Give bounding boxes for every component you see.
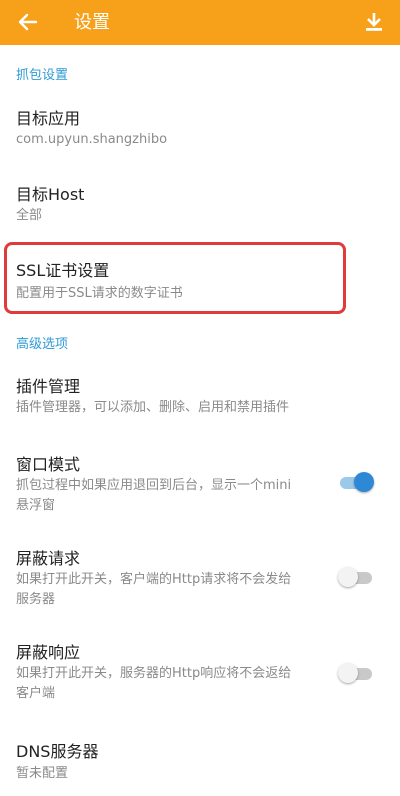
- item-subtitle: 配置用于SSL请求的数字证书: [16, 286, 183, 301]
- item-subtitle-line2: 悬浮窗: [16, 498, 56, 513]
- settings-item-dns-server[interactable]: DNS服务器 暂未配置: [0, 734, 400, 794]
- item-title: SSL证书设置: [16, 261, 110, 280]
- settings-item-ssl-cert[interactable]: SSL证书设置 配置用于SSL请求的数字证书: [0, 252, 400, 312]
- toggle-knob: [354, 472, 374, 492]
- settings-item-target-app[interactable]: 目标应用 com.upyun.shangzhibo: [0, 100, 400, 160]
- item-subtitle-line1: 如果打开此开关，服务器的Http响应将不会返给: [16, 666, 292, 681]
- block-request-toggle[interactable]: [338, 567, 374, 587]
- item-title: 屏蔽请求: [16, 549, 81, 568]
- toggle-knob: [338, 567, 358, 587]
- settings-item-target-host[interactable]: 目标Host 全部: [0, 176, 400, 236]
- item-subtitle: 暂未配置: [16, 766, 69, 781]
- item-title: 屏蔽响应: [16, 643, 81, 662]
- back-arrow-icon: [18, 13, 38, 31]
- back-button[interactable]: [14, 8, 42, 36]
- item-subtitle-line1: 抓包过程中如果应用退回到后台，显示一个mini: [16, 478, 292, 493]
- item-subtitle: 全部: [16, 208, 43, 223]
- download-button[interactable]: [360, 8, 388, 36]
- page-title: 设置: [74, 12, 110, 33]
- window-mode-toggle[interactable]: [338, 472, 374, 492]
- item-title: 目标应用: [16, 109, 81, 128]
- item-title: 目标Host: [16, 185, 85, 204]
- item-subtitle-line2: 服务器: [16, 592, 56, 607]
- settings-item-window-mode[interactable]: 窗口模式 抓包过程中如果应用退回到后台，显示一个mini 悬浮窗: [0, 446, 400, 526]
- block-response-toggle[interactable]: [338, 663, 374, 683]
- item-title: 窗口模式: [16, 455, 81, 474]
- section-header-capture: 抓包设置: [16, 68, 69, 83]
- app-bar: 设置: [0, 0, 400, 45]
- settings-item-block-request[interactable]: 屏蔽请求 如果打开此开关，客户端的Http请求将不会发给 服务器: [0, 540, 400, 620]
- item-title: DNS服务器: [16, 742, 99, 761]
- item-subtitle-line1: 如果打开此开关，客户端的Http请求将不会发给: [16, 572, 292, 587]
- settings-item-plugin-mgmt[interactable]: 插件管理 插件管理器，可以添加、删除、启用和禁用插件: [0, 368, 400, 428]
- toggle-knob: [338, 663, 358, 683]
- item-subtitle: 插件管理器，可以添加、删除、启用和禁用插件: [16, 400, 290, 415]
- item-subtitle: com.upyun.shangzhibo: [16, 132, 168, 147]
- download-icon: [366, 13, 382, 31]
- item-title: 插件管理: [16, 377, 81, 396]
- section-header-advanced: 高级选项: [16, 337, 69, 352]
- settings-item-block-response[interactable]: 屏蔽响应 如果打开此开关，服务器的Http响应将不会返给 客户端: [0, 634, 400, 714]
- item-subtitle-line2: 客户端: [16, 686, 56, 701]
